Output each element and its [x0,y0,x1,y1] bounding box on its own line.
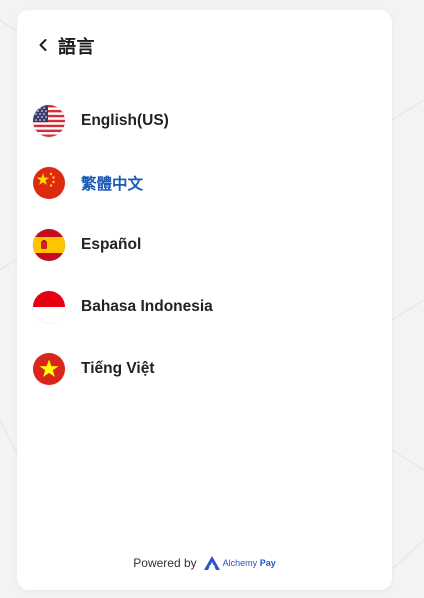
language-item-english-us[interactable]: English(US) [17,90,392,152]
chevron-left-icon [38,38,48,57]
china-flag-icon [33,167,65,199]
language-item-indonesian[interactable]: Bahasa Indonesia [17,276,392,338]
us-flag-icon [33,105,65,137]
header: 語言 [17,10,392,84]
brand-name: Alchemy Pay [222,558,276,568]
language-label: Bahasa Indonesia [81,298,213,315]
language-label: 繁體中文 [81,176,144,193]
language-list: English(US) 繁體中文 Español Bahasa Indonesi… [17,90,392,400]
language-panel: 語言 English(US) 繁體中文 Español Bahasa Indon… [17,10,392,590]
spain-flag-icon [33,229,65,261]
language-label: English(US) [81,112,169,129]
vietnam-flag-icon [33,353,65,385]
language-item-traditional-chinese[interactable]: 繁體中文 [17,152,392,214]
indonesia-flag-icon [33,291,65,323]
language-label: Español [81,236,142,253]
back-button[interactable] [35,37,51,57]
alchemy-pay-logo-icon [203,556,220,570]
language-item-spanish[interactable]: Español [17,214,392,276]
language-label: Tiếng Việt [81,360,155,377]
language-item-vietnamese[interactable]: Tiếng Việt [17,338,392,400]
page-title: 語言 [58,37,95,57]
brand-logo[interactable]: Alchemy Pay [203,556,276,570]
footer: Powered by Alchemy Pay [17,556,392,570]
powered-by-text: Powered by [133,556,197,570]
